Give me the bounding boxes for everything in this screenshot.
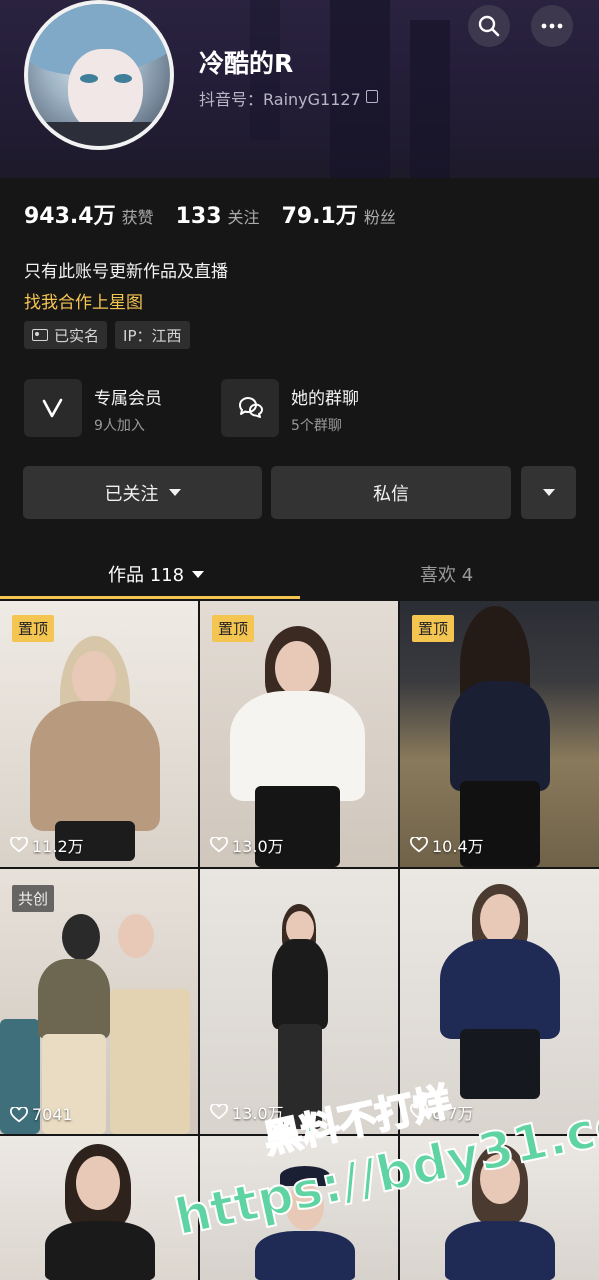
pinned-badge: 置顶: [412, 615, 455, 642]
message-button[interactable]: 私信: [271, 466, 511, 519]
tab-works[interactable]: 作品 118: [108, 548, 205, 600]
bio-text: 只有此账号更新作品及直播: [24, 262, 228, 282]
stat-value: 133: [175, 204, 222, 229]
following-button[interactable]: 已关注: [23, 466, 262, 519]
message-label: 私信: [373, 483, 409, 505]
stats-row: 943.4万 获赞 133 关注 79.1万 粉丝: [24, 198, 418, 230]
caret-down-icon: [168, 489, 181, 496]
douyin-id: 抖音号：RainyG1127: [199, 90, 361, 109]
like-count-value: 10.4万: [432, 837, 484, 856]
heart-icon: [410, 837, 428, 853]
pinned-badge: 置顶: [212, 615, 255, 642]
chat-bubbles-icon: [239, 397, 263, 418]
like-count: 7041: [10, 1105, 73, 1124]
active-tab-indicator: [0, 596, 300, 599]
video-thumbnail[interactable]: 置顶 11.2万: [0, 601, 198, 867]
more-icon: [541, 23, 563, 29]
caret-down-icon: [192, 570, 205, 578]
ip-label: IP：江西: [123, 326, 182, 345]
stat-following[interactable]: 133 关注: [176, 204, 260, 229]
verified-label: 已实名: [54, 326, 100, 345]
caret-down-icon: [542, 489, 555, 496]
group-icon-box: [221, 379, 279, 437]
video-thumbnail[interactable]: 共创 7041: [0, 869, 198, 1134]
like-count: 11.2万: [10, 833, 84, 857]
member-subtitle: 9人加入: [94, 418, 145, 434]
member-icon-box: [24, 379, 82, 437]
ip-tag: IP：江西: [115, 321, 190, 349]
like-count: 10.4万: [410, 833, 484, 857]
heart-icon: [210, 837, 228, 853]
heart-icon: [10, 837, 28, 853]
nickname: 冷酷的R: [199, 49, 294, 78]
tab-likes-label: 喜欢 4: [420, 565, 474, 586]
business-link[interactable]: 找我合作上星图: [24, 288, 143, 313]
group-chat-entry[interactable]: 她的群聊 5个群聊: [221, 379, 411, 437]
video-thumbnail[interactable]: [0, 1136, 198, 1280]
search-icon: [478, 15, 500, 37]
group-title: 她的群聊: [291, 389, 359, 409]
heart-icon: [10, 1106, 28, 1122]
collab-badge: 共创: [12, 885, 55, 912]
following-label: 已关注: [104, 483, 159, 505]
stat-value: 79.1万: [281, 204, 358, 229]
verified-tag: 已实名: [24, 321, 108, 349]
stat-value: 943.4万: [24, 204, 116, 229]
like-count-value: 13.0万: [232, 837, 284, 856]
search-button[interactable]: [468, 5, 510, 47]
tab-works-label: 作品 118: [108, 565, 185, 586]
like-count-value: 7041: [32, 1105, 73, 1124]
stat-label: 关注: [227, 208, 260, 227]
avatar[interactable]: [24, 0, 174, 150]
v-member-icon: [42, 398, 63, 418]
member-title: 专属会员: [94, 389, 162, 409]
content-tabs: 作品 118 喜欢 4: [0, 548, 599, 600]
video-thumbnail[interactable]: 置顶 13.0万: [200, 601, 398, 867]
video-thumbnail[interactable]: 置顶 10.4万: [400, 601, 599, 867]
exclusive-member-entry[interactable]: 专属会员 9人加入: [24, 379, 214, 437]
stat-label: 获赞: [121, 208, 154, 227]
stat-followers[interactable]: 79.1万 粉丝: [282, 198, 396, 230]
more-button[interactable]: [531, 5, 573, 47]
id-card-icon: [32, 329, 48, 341]
copy-icon[interactable]: [366, 90, 378, 103]
tab-likes[interactable]: 喜欢 4: [420, 548, 473, 600]
stat-likes[interactable]: 943.4万 获赞: [24, 198, 154, 230]
heart-icon: [210, 1104, 228, 1120]
like-count-value: 11.2万: [32, 837, 84, 856]
stat-label: 粉丝: [363, 208, 396, 227]
pinned-badge: 置顶: [12, 615, 55, 642]
more-actions-button[interactable]: [521, 466, 576, 519]
profile-tags: 已实名 IP：江西: [24, 321, 198, 349]
like-count: 13.0万: [210, 833, 284, 857]
group-subtitle: 5个群聊: [291, 418, 342, 434]
